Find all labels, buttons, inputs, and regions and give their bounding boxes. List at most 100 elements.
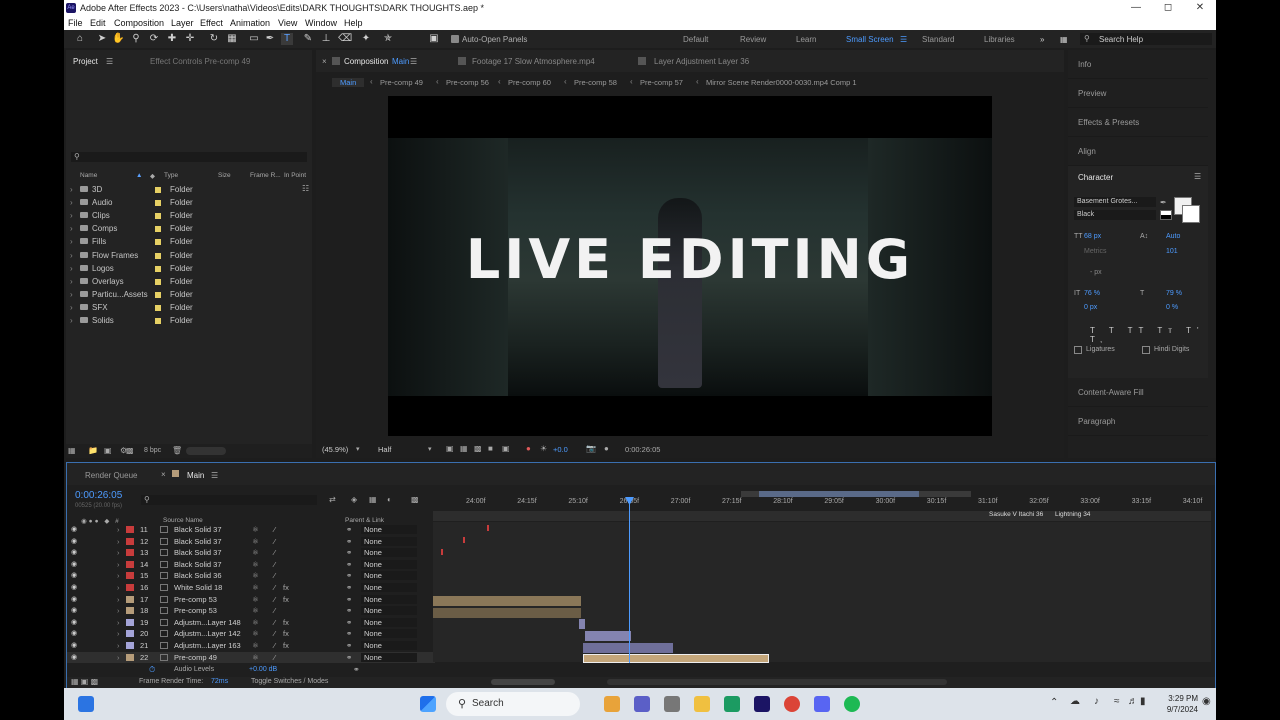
quality-switch-icon[interactable]: ⁄: [274, 617, 275, 629]
tracking-value[interactable]: 101: [1166, 248, 1178, 255]
project-item[interactable]: › Flow Frames Folder: [70, 249, 310, 262]
shy-switch-icon[interactable]: ⚛: [252, 617, 259, 629]
shy-switch-icon[interactable]: ⚛: [252, 640, 259, 652]
twirl-chevron-icon[interactable]: ›: [117, 536, 120, 548]
menu-effect[interactable]: Effect: [200, 16, 223, 30]
marker-label-lightning[interactable]: Lightning 34: [1055, 511, 1090, 518]
timeline-layer-row[interactable]: ◉ › 22 Pre-comp 49 ⚛ ⁄ ⚭ None: [67, 651, 435, 664]
interpret-footage-icon[interactable]: ▦: [68, 446, 76, 455]
parent-pickwhip-icon[interactable]: ⚭: [346, 570, 352, 582]
project-scrollbar[interactable]: [186, 447, 226, 455]
stroke-color-swatch[interactable]: [1182, 205, 1200, 223]
project-item[interactable]: › SFX Folder: [70, 301, 310, 314]
twirl-chevron-icon[interactable]: ›: [117, 582, 120, 594]
expand-chevron-icon[interactable]: ›: [70, 235, 73, 248]
col-in-point[interactable]: In Point: [284, 172, 306, 179]
parent-dropdown[interactable]: None: [361, 559, 417, 569]
footer-toggles-icons[interactable]: ▦ ▣ ▩: [71, 677, 98, 686]
layer-label-color[interactable]: [126, 618, 134, 626]
puppet-tool-icon[interactable]: ✯: [382, 33, 394, 45]
spotify-icon[interactable]: [844, 696, 860, 712]
layer-label-color[interactable]: [126, 560, 134, 568]
comp-tab-menu-icon[interactable]: ☰: [410, 57, 417, 66]
quality-switch-icon[interactable]: ⁄: [274, 640, 275, 652]
layer-label-color[interactable]: [126, 537, 134, 545]
zoom-slider[interactable]: [491, 679, 555, 685]
twirl-chevron-icon[interactable]: ›: [117, 559, 120, 571]
layer-source-name[interactable]: Pre-comp 53: [174, 605, 217, 617]
shy-switch-icon[interactable]: ⚛: [252, 524, 259, 536]
twirl-chevron-icon[interactable]: ›: [117, 594, 120, 606]
layer-source-name[interactable]: Pre-comp 53: [174, 594, 217, 606]
visibility-eye-icon[interactable]: ◉: [71, 570, 77, 582]
zip-app-icon[interactable]: [724, 696, 740, 712]
wifi-icon[interactable]: ≈: [1114, 696, 1120, 707]
label-swatch[interactable]: [155, 187, 161, 193]
font-size-value[interactable]: 68 px: [1084, 233, 1101, 240]
twirl-chevron-icon[interactable]: ›: [117, 524, 120, 536]
expand-chevron-icon[interactable]: ›: [70, 262, 73, 275]
workspace-learn[interactable]: Learn: [796, 35, 816, 44]
label-swatch[interactable]: [155, 318, 161, 324]
twirl-chevron-icon[interactable]: ›: [117, 628, 120, 640]
shy-switch-icon[interactable]: ⚛: [252, 559, 259, 571]
shy-switch-icon[interactable]: ⚛: [252, 536, 259, 548]
breadcrumb-item[interactable]: Pre-comp 57: [640, 78, 683, 87]
composition-tab-name[interactable]: Main: [392, 57, 409, 66]
col-type[interactable]: Type: [164, 172, 178, 179]
layer-tab[interactable]: Layer Adjustment Layer 36: [654, 57, 749, 66]
color-swatch-small[interactable]: [1160, 210, 1172, 220]
quality-switch-icon[interactable]: ⁄: [274, 524, 275, 536]
layer-source-name[interactable]: Pre-comp 49: [174, 652, 217, 664]
pen-tool-icon[interactable]: ✒: [264, 33, 276, 45]
panel-toggle-icon[interactable]: ▣: [428, 33, 440, 45]
timeline-layer-row[interactable]: ◉ › 14 Black Solid 37 ⚛ ⁄ ⚭ None: [67, 559, 435, 571]
preview-panel[interactable]: Preview: [1068, 79, 1208, 108]
parent-dropdown[interactable]: None: [361, 629, 417, 639]
parent-pickwhip-icon[interactable]: ⚭: [346, 617, 352, 629]
col-parent-link[interactable]: Parent & Link: [345, 517, 384, 524]
hindi-digits-checkbox[interactable]: [1142, 346, 1150, 354]
audio-levels-value[interactable]: +0.00 dB: [249, 666, 277, 673]
workspace-menu-icon[interactable]: ☰: [900, 35, 907, 44]
parent-dropdown[interactable]: None: [361, 641, 417, 650]
anchor-tool-icon[interactable]: ▦: [226, 33, 238, 45]
twirl-chevron-icon[interactable]: ›: [117, 617, 120, 629]
breadcrumb-item[interactable]: Pre-comp 49: [380, 78, 423, 87]
close-comp-tab-icon[interactable]: ×: [322, 57, 327, 66]
tray-chevron-icon[interactable]: ⌃: [1050, 697, 1058, 708]
fx-switch[interactable]: fx: [283, 640, 289, 652]
timeline-graph[interactable]: 24:00f24:15f25:10f26:05f27:00f27:15f28:1…: [433, 487, 1211, 675]
more-workspaces-icon[interactable]: »: [1040, 35, 1044, 44]
quality-switch-icon[interactable]: ⁄: [274, 652, 275, 664]
rectangle-tool-icon[interactable]: ▭: [248, 33, 260, 45]
zoom-chevron-icon[interactable]: ▾: [356, 445, 360, 453]
visibility-eye-icon[interactable]: ◉: [71, 605, 77, 617]
eyedropper-icon[interactable]: ✒: [1160, 198, 1167, 207]
layer-label-color[interactable]: [126, 549, 134, 557]
expand-chevron-icon[interactable]: ›: [70, 249, 73, 262]
parent-dropdown[interactable]: None: [361, 525, 417, 534]
parent-pickwhip-icon[interactable]: ⚭: [346, 559, 352, 571]
shy-switch-icon[interactable]: ⚛: [252, 582, 259, 594]
volume-icon[interactable]: ♬: [1128, 696, 1138, 707]
layer-source-name[interactable]: Black Solid 37: [174, 559, 222, 571]
project-item[interactable]: › Overlays Folder: [70, 275, 310, 288]
close-timeline-tab-icon[interactable]: ×: [161, 470, 166, 479]
col-source-name[interactable]: Source Name: [163, 517, 203, 524]
project-item[interactable]: › Logos Folder: [70, 262, 310, 275]
marker-label-sasuke[interactable]: Sasuke V Itachi 36: [989, 511, 1043, 518]
font-family-dropdown[interactable]: Basement Grotes...: [1074, 197, 1156, 207]
parent-pickwhip-icon[interactable]: ⚭: [346, 652, 352, 664]
menu-file[interactable]: File: [68, 16, 83, 30]
twirl-chevron-icon[interactable]: ›: [117, 570, 120, 582]
timeline-layer-row[interactable]: ◉ › 21 Adjustm...Layer 163 ⚛ ⁄ fx ⚭ None: [67, 640, 435, 652]
tray-cloud-icon[interactable]: ☁: [1070, 696, 1080, 707]
audio-stopwatch-icon[interactable]: ⏱: [149, 665, 155, 675]
parent-dropdown[interactable]: None: [361, 583, 417, 592]
main-timeline-tab[interactable]: Main: [187, 471, 204, 480]
layer-bar-20[interactable]: [585, 631, 631, 641]
pan-tool-icon[interactable]: ✚: [166, 33, 178, 45]
parent-dropdown[interactable]: None: [361, 536, 417, 546]
twirl-chevron-icon[interactable]: ›: [117, 547, 120, 559]
